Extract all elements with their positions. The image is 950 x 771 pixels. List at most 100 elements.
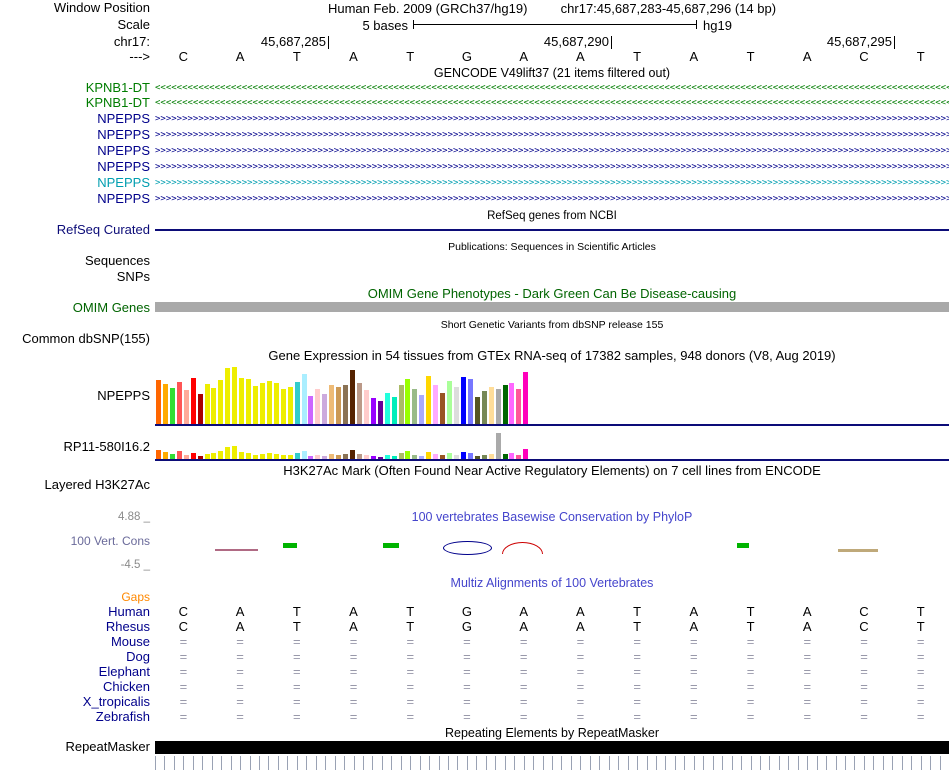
alignment-cell: = [406, 679, 415, 694]
center-label-publications-sequences-in-scientific-artic[interactable]: Publications: Sequences in Scientific Ar… [155, 240, 949, 254]
alignment-cell: C [178, 619, 189, 634]
gene-label-kpnb1-dt-0[interactable]: KPNB1-DT [86, 81, 150, 95]
bottom-guide-tick [334, 756, 336, 770]
left-label-layered-h3k27ac[interactable]: Layered H3K27Ac [44, 478, 150, 492]
gtex-npepps-gene-line[interactable] [155, 424, 949, 426]
alignment-row-chicken[interactable]: = = = = = = = = = = = = = = [155, 680, 949, 694]
alignment-cell: = [236, 664, 244, 679]
gene-strand-arrows-npepps-7[interactable]: >>>>>>>>>>>>>>>>>>>>>>>>>>>>>>>>>>>>>>>>… [155, 194, 949, 204]
base-letter: A [576, 49, 585, 64]
gene-strand-arrows-npepps-4[interactable]: >>>>>>>>>>>>>>>>>>>>>>>>>>>>>>>>>>>>>>>>… [155, 146, 949, 156]
bottom-guide-tick [448, 756, 450, 770]
center-label-gencode-v49lift37-21-items-filtered-out[interactable]: GENCODE V49lift37 (21 items filtered out… [155, 66, 949, 80]
alignment-row-zebrafish[interactable]: = = = = = = = = = = = = = = [155, 710, 949, 724]
base-letter: A [802, 49, 812, 64]
center-label-multiz-alignments-of-100-vertebrates[interactable]: Multiz Alignments of 100 Vertebrates [155, 576, 949, 590]
gene-strand-arrows-kpnb1-dt-1[interactable]: <<<<<<<<<<<<<<<<<<<<<<<<<<<<<<<<<<<<<<<<… [155, 98, 949, 108]
alignment-cell: C [859, 604, 869, 619]
alignment-row-dog[interactable]: = = = = = = = = = = = = = = [155, 650, 949, 664]
gtex-tissue-bar [183, 390, 189, 424]
gtex-tissue-bar [384, 393, 390, 424]
alignment-cell: = [236, 679, 244, 694]
refseq-curated-line[interactable] [155, 229, 949, 231]
left-label-chr17[interactable]: chr17: [114, 35, 150, 49]
base-position-sequence[interactable]: CATATGAATATACT [155, 50, 949, 64]
species-label-human[interactable]: Human [108, 605, 150, 619]
gtex-tissue-bar [412, 455, 418, 459]
gene-strand-arrows-npepps-2[interactable]: >>>>>>>>>>>>>>>>>>>>>>>>>>>>>>>>>>>>>>>>… [155, 114, 949, 124]
gene-label-kpnb1-dt-1[interactable]: KPNB1-DT [86, 96, 150, 110]
left-label-refseq-curated[interactable]: RefSeq Curated [57, 223, 150, 237]
alignment-row-human[interactable]: CATATGAATATACT [155, 605, 949, 619]
species-label-dog[interactable]: Dog [126, 650, 150, 664]
gtex-rp11-gene-line[interactable] [155, 459, 949, 461]
alignment-cell: = [463, 664, 471, 679]
alignment-cell: = [236, 634, 244, 649]
species-label-rhesus[interactable]: Rhesus [106, 620, 150, 634]
center-label-h3k27ac-mark-often-found-near-active-regul[interactable]: H3K27Ac Mark (Often Found Near Active Re… [155, 464, 949, 478]
left-label-npepps[interactable]: NPEPPS [97, 389, 150, 403]
center-label-omim-gene-phenotypes-dark-green-can-be-dis[interactable]: OMIM Gene Phenotypes - Dark Green Can Be… [155, 287, 949, 301]
alignment-cell: T [406, 604, 415, 619]
gtex-tissue-bar [412, 389, 418, 424]
center-label-100-vertebrates-basewise-conservation-by-p[interactable]: 100 vertebrates Basewise Conservation by… [155, 510, 949, 524]
left-label-4-88[interactable]: 4.88 _ [118, 510, 150, 524]
gene-label-npepps-4[interactable]: NPEPPS [97, 144, 150, 158]
omim-genes-bar[interactable] [155, 302, 949, 312]
gtex-tissue-bar [315, 455, 321, 459]
alignment-row-mouse[interactable]: = = = = = = = = = = = = = = [155, 635, 949, 649]
left-label-omim-genes[interactable]: OMIM Genes [73, 301, 150, 315]
gene-label-npepps-7[interactable]: NPEPPS [97, 192, 150, 206]
left-label-rp11-580i16-2[interactable]: RP11-580I16.2 [64, 440, 151, 454]
species-label-zebrafish[interactable]: Zebrafish [96, 710, 150, 724]
gtex-tissue-bar [516, 389, 522, 424]
scale-bracket [413, 20, 697, 29]
left-label-window-position[interactable]: Window Position [54, 1, 150, 15]
center-label-short-genetic-variants-from-dbsnp-release-[interactable]: Short Genetic Variants from dbSNP releas… [155, 318, 949, 332]
bottom-guide-tick [164, 756, 166, 770]
alignment-cell: = [633, 664, 641, 679]
bottom-guide-tick [391, 756, 393, 770]
species-label-chicken[interactable]: Chicken [103, 680, 150, 694]
gene-strand-arrows-npepps-6[interactable]: >>>>>>>>>>>>>>>>>>>>>>>>>>>>>>>>>>>>>>>>… [155, 178, 949, 188]
alignment-cell: = [293, 679, 301, 694]
alignment-cell: = [576, 634, 585, 649]
center-label-refseq-genes-from-ncbi[interactable]: RefSeq genes from NCBI [155, 209, 949, 223]
alignment-cell: A [802, 604, 812, 619]
left-label-sequences[interactable]: Sequences [85, 254, 150, 268]
alignment-row-elephant[interactable]: = = = = = = = = = = = = = = [155, 665, 949, 679]
alignment-row-rhesus[interactable]: CATATGAATATACT [155, 620, 949, 634]
gtex-tissue-bar [356, 383, 362, 424]
center-label-gene-expression-in-54-tissues-from-gtex-rn[interactable]: Gene Expression in 54 tissues from GTEx … [155, 349, 949, 363]
gtex-tissue-bar [460, 377, 466, 424]
left-label-common-dbsnp-155[interactable]: Common dbSNP(155) [22, 332, 150, 346]
species-label-mouse[interactable]: Mouse [111, 635, 150, 649]
gene-label-npepps-6[interactable]: NPEPPS [97, 176, 150, 190]
center-label-repeating-elements-by-repeatmasker[interactable]: Repeating Elements by RepeatMasker [155, 726, 949, 740]
alignment-cell: = [349, 649, 358, 664]
species-label-x-tropicalis[interactable]: X_tropicalis [83, 695, 150, 709]
left-label-snps[interactable]: SNPs [117, 270, 150, 284]
species-label-elephant[interactable]: Elephant [99, 665, 150, 679]
gene-label-npepps-3[interactable]: NPEPPS [97, 128, 150, 142]
gtex-tissue-bar [363, 455, 369, 459]
alignment-cell: = [349, 709, 358, 724]
left-label-gaps[interactable]: Gaps [121, 590, 150, 604]
left-label-scale[interactable]: Scale [117, 18, 150, 32]
left-label-[interactable]: ---> [129, 50, 150, 64]
gene-label-npepps-2[interactable]: NPEPPS [97, 112, 150, 126]
alignment-row-x-tropicalis[interactable]: = = = = = = = = = = = = = = [155, 695, 949, 709]
bottom-guide-tick [920, 756, 922, 770]
left-label-4-5[interactable]: -4.5 _ [121, 558, 150, 572]
gene-label-npepps-5[interactable]: NPEPPS [97, 160, 150, 174]
gene-strand-arrows-kpnb1-dt-0[interactable]: <<<<<<<<<<<<<<<<<<<<<<<<<<<<<<<<<<<<<<<<… [155, 83, 949, 93]
left-label-100-vert-cons[interactable]: 100 Vert. Cons [71, 534, 150, 548]
gene-strand-arrows-npepps-3[interactable]: >>>>>>>>>>>>>>>>>>>>>>>>>>>>>>>>>>>>>>>>… [155, 130, 949, 140]
gtex-tissue-bar [419, 395, 425, 424]
left-label-repeatmasker[interactable]: RepeatMasker [65, 740, 150, 754]
gtex-tissue-bar [377, 457, 383, 459]
bottom-guide-tick [561, 756, 563, 770]
gene-strand-arrows-npepps-5[interactable]: >>>>>>>>>>>>>>>>>>>>>>>>>>>>>>>>>>>>>>>>… [155, 162, 949, 172]
alignment-cell: = [179, 649, 188, 664]
repeatmasker-bar[interactable] [155, 741, 949, 754]
